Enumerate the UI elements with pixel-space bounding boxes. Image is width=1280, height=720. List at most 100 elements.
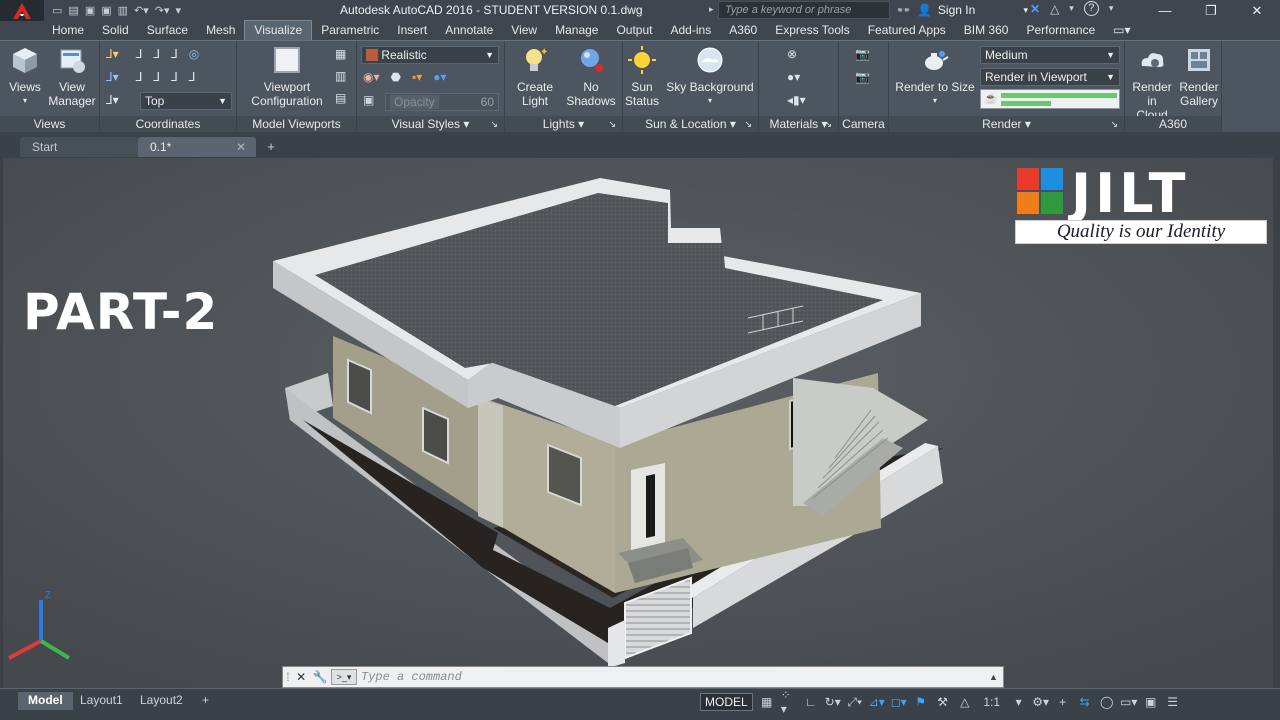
render-to-size-button[interactable]: Render to Size ▾ — [893, 45, 977, 108]
search-expand-icon[interactable]: ▸ — [709, 4, 714, 15]
viewport-configuration-button[interactable]: Viewport Configuration — [243, 45, 331, 108]
layout-tab-model[interactable]: Model — [18, 692, 73, 710]
annotation-scale-icon[interactable]: △ — [957, 694, 973, 710]
ucs-face-icon[interactable]: ⅃ — [189, 70, 196, 84]
render-in-cloud-button[interactable]: Render in Cloud — [1127, 45, 1177, 122]
view-manager-button[interactable]: View Manager — [48, 45, 96, 108]
file-tab-current[interactable]: 0.1* ✕ — [138, 137, 256, 157]
a360-icon[interactable]: △ — [1050, 2, 1059, 16]
grip-handle-icon[interactable]: ⁞ — [286, 670, 289, 684]
tab-bim-360[interactable]: BIM 360 — [955, 21, 1018, 40]
tab-output[interactable]: Output — [607, 21, 661, 40]
grid-icon[interactable]: ▦ — [759, 694, 775, 710]
ucs-globe-icon[interactable]: ◎ — [189, 47, 199, 61]
annotation-scale-value[interactable]: 1:1 — [979, 694, 1005, 710]
ucs-icon[interactable]: ⅃▾ — [106, 47, 119, 61]
close-icon[interactable]: ✕ — [1234, 0, 1280, 21]
ucs-world-icon[interactable]: ⅃ — [136, 47, 143, 61]
layout-tab-layout1[interactable]: Layout1 — [70, 692, 133, 710]
minimize-icon[interactable]: — — [1142, 0, 1188, 21]
ucs-origin-icon[interactable]: ⅃▾ — [106, 70, 119, 84]
undo-icon[interactable]: ↶▾ — [134, 4, 149, 17]
opacity-slider[interactable]: Opacity 60 — [385, 93, 499, 111]
chevron-down-icon[interactable]: ▾ — [1109, 3, 1114, 14]
workspace-gear-icon[interactable]: ⚙▾ — [1032, 694, 1049, 710]
isodraft-icon[interactable]: ⤢▾ — [847, 694, 863, 710]
material-mapping-icon[interactable]: ◂▮▾ — [787, 93, 806, 107]
chevron-down-icon[interactable]: ▾ — [1069, 3, 1074, 14]
ribbon-minimize-toggle[interactable]: ▭▾ — [1104, 21, 1139, 40]
layout-tab-layout2[interactable]: Layout2 — [130, 692, 193, 710]
snap-icon[interactable]: ⁘▾ — [781, 688, 797, 716]
dialog-launcher-icon[interactable]: ↘ — [608, 116, 616, 133]
annotation-monitor-plus-icon[interactable]: + — [1055, 694, 1071, 710]
command-history-icon[interactable]: ▲ — [989, 672, 1003, 682]
workspace-dropdown-icon[interactable]: ▾ — [176, 4, 182, 17]
open-file-icon[interactable]: ▤ — [68, 4, 78, 17]
quick-properties-icon[interactable]: ◯ — [1099, 694, 1115, 710]
tab-insert[interactable]: Insert — [388, 21, 436, 40]
app-menu-button[interactable] — [0, 0, 44, 21]
dialog-launcher-icon[interactable]: ↘ — [490, 116, 498, 133]
ucs-prev-icon[interactable]: ⅃ — [136, 70, 143, 84]
drawing-viewport[interactable]: Z PART-2 JILT Quality is our Identity — [3, 158, 1273, 688]
save-icon[interactable]: ▣ — [85, 4, 95, 17]
views-button[interactable]: Views ▾ — [6, 45, 44, 108]
ucs-3point-icon[interactable]: ⅃ — [171, 70, 178, 84]
redo-icon[interactable]: ↷▾ — [155, 4, 170, 17]
tab-add-ins[interactable]: Add-ins — [662, 21, 721, 40]
new-tab-plus-icon[interactable]: + — [262, 139, 280, 155]
ucs-y-icon[interactable]: ⅃ — [171, 47, 178, 61]
hardware-acceleration-icon[interactable]: ▭▾ — [1120, 694, 1137, 710]
search-input[interactable]: Type a keyword or phrase — [718, 1, 890, 19]
face-style-icon[interactable]: ⬣ — [391, 70, 401, 84]
tab-annotate[interactable]: Annotate — [436, 21, 502, 40]
render-quality-dropdown[interactable]: Medium ▼ — [980, 46, 1120, 64]
ucs-x-icon[interactable]: ⅃ — [153, 47, 160, 61]
tab-solid[interactable]: Solid — [93, 21, 138, 40]
sun-status-button[interactable]: Sun Status — [623, 45, 661, 108]
lighting-quality-icon[interactable]: ●▾ — [433, 70, 446, 84]
create-light-button[interactable]: ✦ Create Light — [509, 45, 561, 108]
help-icon[interactable]: ? — [1083, 1, 1099, 16]
ucs-named-icon[interactable]: ⅃▾ — [106, 93, 119, 107]
annotation-visibility-icon[interactable]: ⚑ — [913, 694, 929, 710]
render-panel-title[interactable]: Render ▾ ↘ — [889, 116, 1124, 133]
restore-viewports-icon[interactable]: ▤ — [335, 91, 346, 105]
visual-styles-panel-title[interactable]: Visual Styles ▾ ↘ — [357, 116, 504, 133]
plot-icon[interactable]: ▥ — [118, 4, 128, 17]
tab-manage[interactable]: Manage — [546, 21, 607, 40]
create-camera-icon[interactable]: 📷 — [855, 47, 870, 61]
command-prompt-icon[interactable]: >_▾ — [331, 669, 357, 685]
dialog-launcher-icon[interactable]: ↘ — [744, 116, 752, 133]
render-mode-dropdown[interactable]: Render in Viewport ▼ — [980, 68, 1120, 86]
ucs-dropdown[interactable]: Top ▼ — [140, 92, 232, 110]
auto-scale-icon[interactable]: ⚒ — [935, 694, 951, 710]
ortho-icon[interactable]: ∟ — [803, 694, 819, 710]
sky-background-button[interactable]: Sky Background ▾ — [665, 45, 755, 108]
visual-style-dropdown[interactable]: Realistic ▼ — [361, 46, 499, 64]
object-snap-icon[interactable]: ◻▾ — [891, 694, 907, 710]
edge-effects-icon[interactable]: ◉▾ — [363, 70, 380, 84]
new-file-icon[interactable]: ▭ — [52, 4, 62, 17]
tab-performance[interactable]: Performance — [1017, 21, 1104, 40]
sun-location-panel-title[interactable]: Sun & Location ▾ ↘ — [623, 116, 758, 133]
dialog-launcher-icon[interactable]: ↘ — [1110, 116, 1118, 133]
tab-view[interactable]: View — [502, 21, 546, 40]
wrench-icon[interactable]: 🔧 — [313, 670, 328, 684]
render-gallery-button[interactable]: Render Gallery — [1177, 45, 1221, 108]
file-tab-start[interactable]: Start — [20, 137, 138, 157]
clean-screen-icon[interactable]: ▣ — [1143, 694, 1159, 710]
close-icon[interactable]: ✕ — [236, 140, 246, 154]
named-viewports-icon[interactable]: ▦ — [335, 47, 346, 61]
close-icon[interactable]: ✕ — [296, 670, 306, 684]
viewport-scrollbar[interactable] — [1273, 158, 1280, 688]
material-display-icon[interactable]: ▪▾ — [412, 70, 422, 84]
tab-visualize[interactable]: Visualize — [244, 20, 313, 40]
shadows-button[interactable]: No Shadows — [563, 45, 619, 108]
chevron-down-icon[interactable]: ▾ — [1011, 694, 1027, 710]
units-icon[interactable]: ⇆ — [1077, 694, 1093, 710]
tab-express-tools[interactable]: Express Tools — [766, 21, 858, 40]
dialog-launcher-icon[interactable]: ↘ — [824, 116, 832, 133]
exchange-apps-icon[interactable]: ✕ — [1030, 2, 1040, 16]
